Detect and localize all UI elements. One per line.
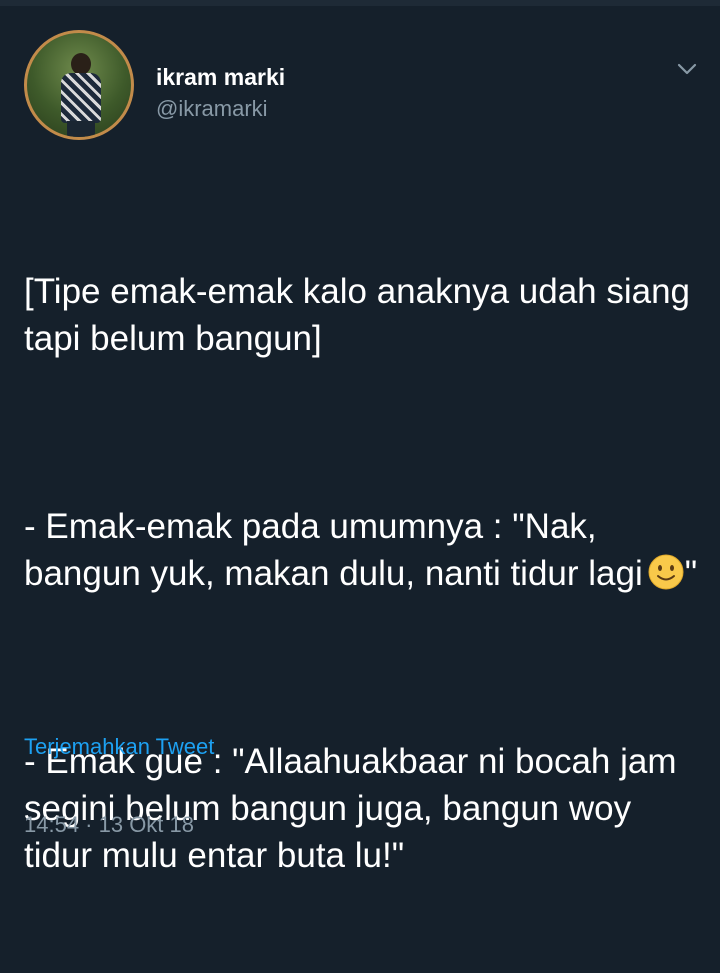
display-name[interactable]: ikram marki [156,64,285,91]
tweet-paragraph-2-text: - Emak-emak pada umumnya : "Nak, bangun … [24,507,643,593]
avatar-person-head [71,53,91,75]
tweet-paragraph-2: - Emak-emak pada umumnya : "Nak, bangun … [24,503,704,597]
tweet-paragraph-2-close-quote: " [684,554,698,593]
tweet-text: [Tipe emak-emak kalo anaknya udah siang … [24,174,704,973]
avatar-person-legs [67,121,95,137]
tweet-card: ikram marki @ikramarki [Tipe emak-emak k… [0,6,720,875]
tweet-paragraph-1: [Tipe emak-emak kalo anaknya udah siang … [24,272,700,358]
avatar[interactable] [24,30,134,140]
translate-tweet-link[interactable]: Terjemahkan Tweet [24,734,214,760]
user-handle[interactable]: @ikramarki [156,96,268,122]
avatar-person-body [61,73,101,123]
chevron-down-icon[interactable] [676,58,698,80]
slightly-smiling-face-icon [648,554,684,590]
tweet-timestamp[interactable]: 14:54 · 13 Okt 18 [24,812,194,838]
